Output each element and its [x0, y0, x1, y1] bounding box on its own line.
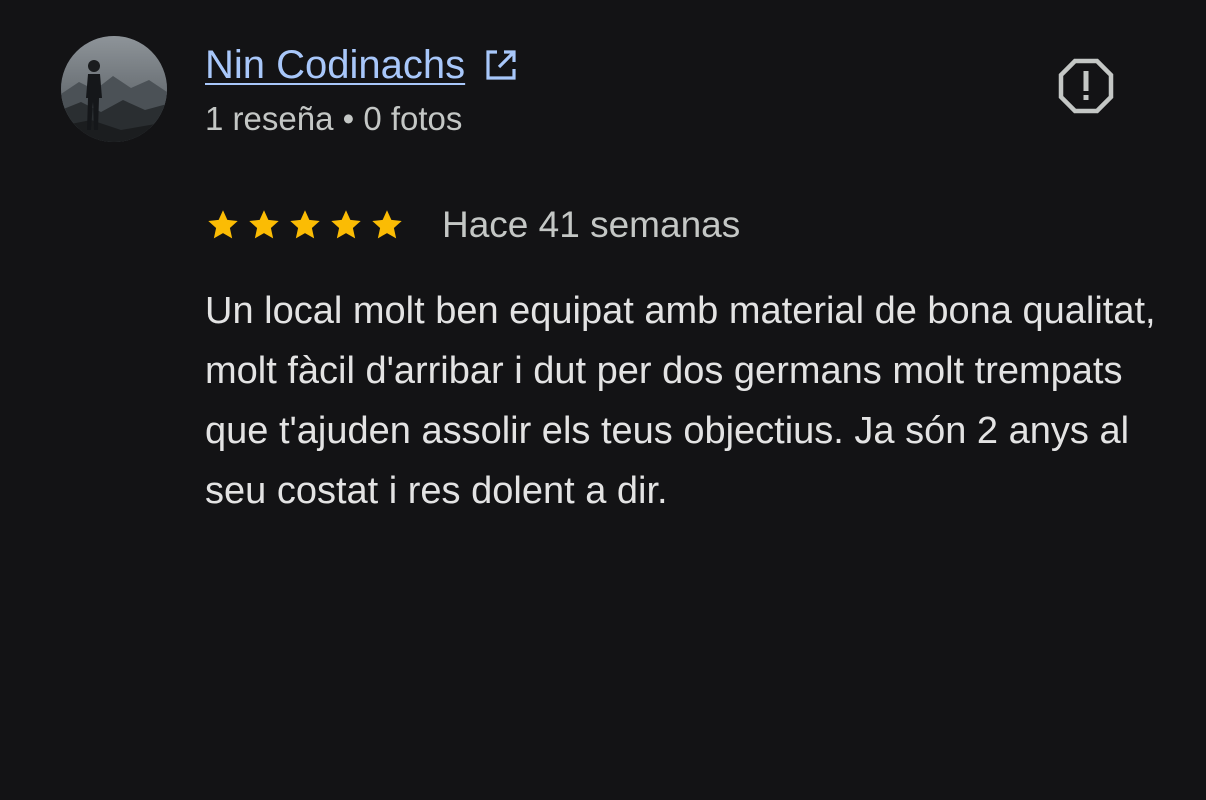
open-in-new-icon[interactable]: [483, 47, 519, 83]
author-name-link[interactable]: Nin Codinachs: [205, 43, 465, 88]
star-icon: [205, 207, 241, 243]
avatar-photo: [61, 36, 167, 142]
report-button[interactable]: [1056, 56, 1116, 116]
author-meta: 1 reseña • 0 fotos: [205, 100, 463, 137]
rating-row: Hace 41 semanas: [205, 200, 740, 250]
star-icon: [369, 207, 405, 243]
author-header: Nin Codinachs: [205, 40, 519, 90]
author-avatar[interactable]: [61, 36, 167, 142]
star-icon: [246, 207, 282, 243]
review-text: Un local molt ben equipat amb material d…: [205, 290, 1156, 512]
star-icon: [287, 207, 323, 243]
star-rating: [205, 207, 410, 243]
report-octagon-icon: [1058, 58, 1114, 114]
star-icon: [328, 207, 364, 243]
review-time: Hace 41 semanas: [442, 204, 741, 245]
review-card: Nin Codinachs 1 reseña • 0 fotos Hace 41…: [0, 0, 1206, 800]
